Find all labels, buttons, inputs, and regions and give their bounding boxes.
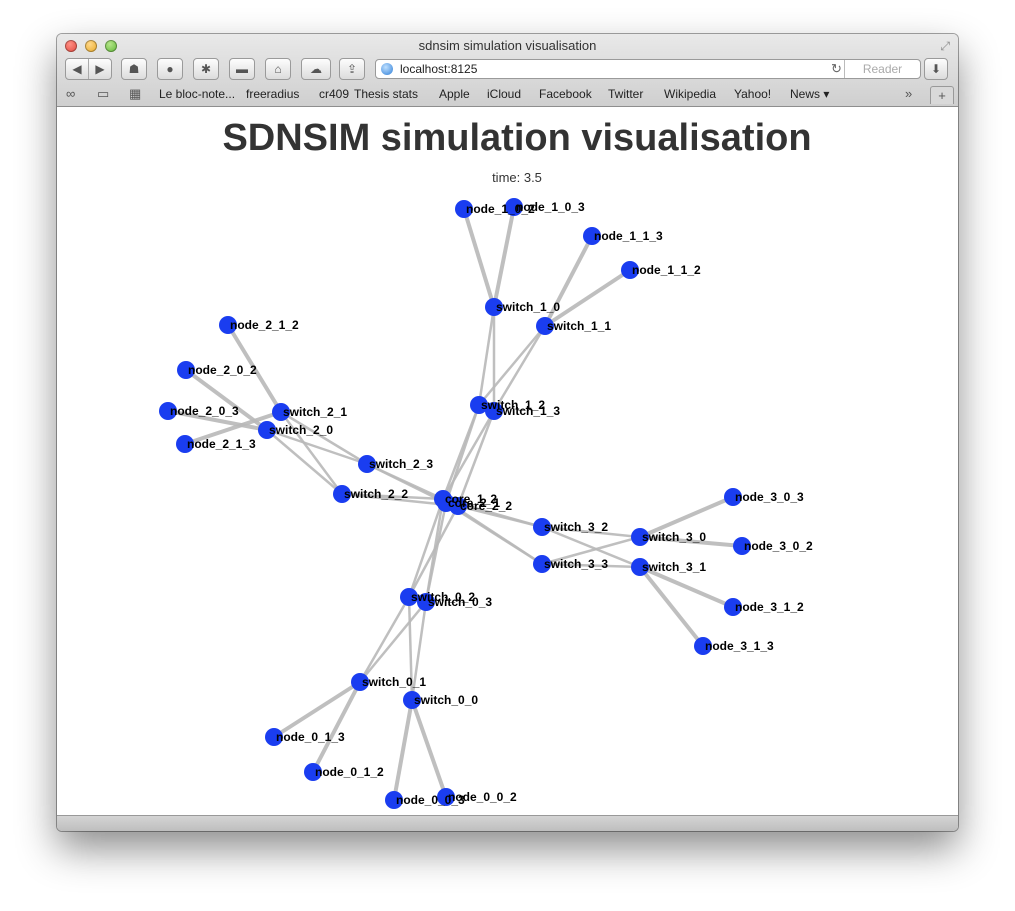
bookmarks-bar: ∞ ▭ ▦ Le bloc-note... freeradius cr409 T… [57,84,958,105]
url-text[interactable]: localhost:8125 [400,62,477,76]
graph-node-label: switch_0_0 [414,693,478,707]
bookmarks-book-icon[interactable]: ▭ [97,86,109,102]
graph-node-label: switch_2_2 [344,487,408,501]
graph-node-label: switch_0_1 [362,675,426,689]
library-icon: ⌂ [274,62,282,76]
graph-node-label: switch_0_3 [428,595,492,609]
title-bar: sdnsim simulation visualisation ⤢ ◀ ▶ ☗ … [57,34,958,107]
graph-edge [444,404,481,504]
tip-button[interactable]: ● [157,58,183,80]
graph-edge [441,410,496,500]
page-title: SDNSIM simulation visualisation [222,117,812,159]
bookmark-item[interactable]: Thesis stats [354,87,418,101]
graph-node-label: node_0_1_2 [315,765,384,779]
graph-node-label: switch_3_1 [642,560,706,574]
reading-list-icon[interactable]: ∞ [66,86,75,101]
graph-node-label: switch_1_3 [496,404,560,418]
graph-node-label: switch_1_1 [547,319,611,333]
reader-button[interactable]: Reader [844,60,920,78]
back-forward-buttons[interactable]: ◀ ▶ [65,58,112,80]
graph-node-label: node_2_1_2 [230,318,299,332]
bookmark-item[interactable]: Twitter [608,87,643,101]
cloud-icon: ☁ [310,62,322,76]
icloud-button[interactable]: ☁ [301,58,331,80]
chat-button[interactable]: ▬ [229,58,255,80]
lightbulb-icon: ● [166,62,174,76]
ghost-icon: ☗ [128,62,140,76]
graph-node-label: core_2_1 [448,496,500,510]
graph-node-label: node_0_0_2 [448,790,517,804]
back-arrow-icon[interactable]: ◀ [66,62,88,76]
bookmark-item[interactable]: iCloud [487,87,521,101]
graph-node-label: node_3_0_3 [735,490,804,504]
reload-icon[interactable]: ↻ [831,61,842,77]
bookmark-item[interactable]: Wikipedia [664,87,716,101]
graph-node-label: node_2_0_3 [170,404,239,418]
graph-node-label: switch_2_1 [283,405,347,419]
graph-node-label: node_0_1_3 [276,730,345,744]
graph-node-label: node_1_0_3 [516,200,585,214]
debug-button[interactable]: ✱ [193,58,219,80]
fullscreen-icon[interactable]: ⤢ [940,39,950,54]
graph-edge [266,429,343,495]
share-button[interactable]: ⇪ [339,58,365,80]
graph-node-label: switch_2_0 [269,423,333,437]
graph-edge [424,498,445,603]
graph-node-label: switch_1_0 [496,300,560,314]
globe-icon [381,63,393,75]
graph-edge [462,208,496,308]
downloads-button[interactable]: ⬇ [924,58,948,80]
library-button[interactable]: ⌂ [265,58,291,80]
graph-node-label: switch_2_3 [369,457,433,471]
page-content: node_1_0_2 node_1_0_3 node_1_1_3 node_1_1_2… [57,107,958,815]
graph-node-label: node_3_1_3 [705,639,774,653]
graph-node-label: node_1_1_2 [632,263,701,277]
bookmark-item[interactable]: News ▾ [790,87,829,101]
status-bar [57,815,958,831]
graph-node-label: switch_3_2 [544,520,608,534]
more-bookmarks-icon[interactable]: » [905,86,912,101]
browser-window: sdnsim simulation visualisation ⤢ ◀ ▶ ☗ … [57,34,958,831]
graph-edge [492,206,516,308]
graph-edge [392,699,414,801]
graph-node-label: node_3_0_2 [744,539,813,553]
bookmark-item[interactable]: cr409 [319,87,349,101]
bookmark-item[interactable]: Facebook [539,87,592,101]
top-sites-icon[interactable]: ▦ [129,86,141,102]
time-indicator: time: 3.5 [492,170,542,185]
graph-node-label: node_3_1_2 [735,600,804,614]
graph-edge [358,596,411,683]
bookmark-item[interactable]: Apple [439,87,470,101]
graph-node-label: switch_3_0 [642,530,706,544]
bookmark-item[interactable]: Yahoo! [734,87,771,101]
new-tab-button[interactable]: + [930,86,954,104]
forward-arrow-icon[interactable]: ▶ [89,62,111,76]
speech-bubble-icon: ▬ [236,62,248,76]
bookmark-item[interactable]: freeradius [246,87,299,101]
graph-edge [410,699,448,798]
address-bar[interactable]: localhost:8125 ↻ Reader [375,59,921,79]
graph-node-label: node_2_1_3 [187,437,256,451]
window-title: sdnsim simulation visualisation [418,38,597,53]
graph-node-label: node_2_0_2 [188,363,257,377]
graph-node-label: switch_3_3 [544,557,608,571]
network-graph: node_1_0_2node_1_0_3node_1_1_3node_1_1_2… [159,198,813,809]
bug-icon: ✱ [200,62,212,76]
download-icon: ⬇ [930,62,942,76]
ghostery-button[interactable]: ☗ [121,58,147,80]
bookmark-item[interactable]: Le bloc-note... [159,87,235,101]
graph-node-label: node_1_1_3 [594,229,663,243]
share-icon: ⇪ [346,62,358,76]
